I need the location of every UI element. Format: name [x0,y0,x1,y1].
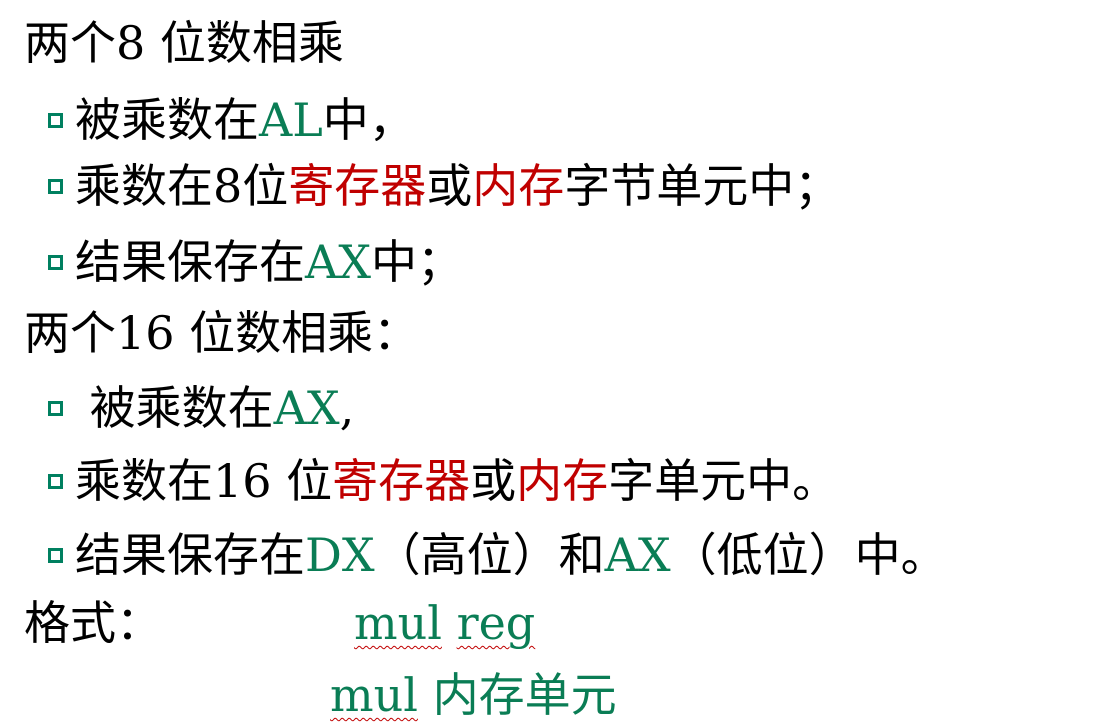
square-bullet-icon [48,400,63,416]
text: 或 [426,159,473,213]
text: （高位）和 [374,528,605,582]
square-bullet-icon [48,112,63,128]
mul-keyword: mul [330,668,418,722]
text: 结果保存在 [75,528,305,582]
format-label: 格式： [24,596,162,650]
text: 被乘数在 [75,93,259,147]
text: （低位）中。 [670,528,947,582]
format-syntax-reg: mul reg [354,600,535,646]
text: 乘数在8位 [75,159,289,213]
keyword-memory: 内存 [472,159,565,213]
bullet-item-multiplicand-al: 被乘数在AL中， [48,97,415,143]
bullet-item-multiplicand-ax: 被乘数在AX, [48,385,354,431]
register-ax: AX [604,528,671,582]
text: 字节单元中； [564,159,841,213]
text: 或 [470,454,517,508]
memory-operand: 内存单元 [432,668,617,722]
reg-operand: reg [456,596,536,650]
square-bullet-icon [48,473,63,489]
text: 被乘数在 [75,381,274,435]
format-line-1: 格式： mul reg [24,600,535,646]
register-ax: AX [305,235,371,289]
text: 乘数在16 位 [75,454,333,508]
heading-8bit: 两个8 位数相乘 [24,20,344,66]
format-line-2: mul 内存单元 [330,672,617,718]
text: 字单元中。 [608,454,839,508]
keyword-register: 寄存器 [332,454,471,508]
register-al: AL [259,93,323,147]
heading-8bit-text: 两个8 位数相乘 [24,16,344,70]
text: 结果保存在 [75,235,305,289]
text: 中； [370,235,463,289]
text: 中， [322,93,415,147]
register-dx: DX [305,528,375,582]
square-bullet-icon [48,254,63,270]
bullet-item-result-dx-ax: 结果保存在DX（高位）和AX（低位）中。 [48,532,947,578]
square-bullet-icon [48,178,63,194]
keyword-register: 寄存器 [288,159,427,213]
square-bullet-icon [48,547,63,563]
heading-16bit: 两个16 位数相乘： [24,310,419,356]
bullet-item-multiplier-16bit: 乘数在16 位寄存器或内存字单元中。 [48,458,838,504]
heading-16bit-text: 两个16 位数相乘： [24,306,420,360]
text: , [339,381,355,435]
keyword-memory: 内存 [516,454,609,508]
register-ax: AX [273,381,340,435]
bullet-item-result-ax: 结果保存在AX中； [48,239,463,285]
bullet-item-multiplier-8bit: 乘数在8位寄存器或内存字节单元中； [48,163,840,209]
mul-keyword: mul [354,596,442,650]
